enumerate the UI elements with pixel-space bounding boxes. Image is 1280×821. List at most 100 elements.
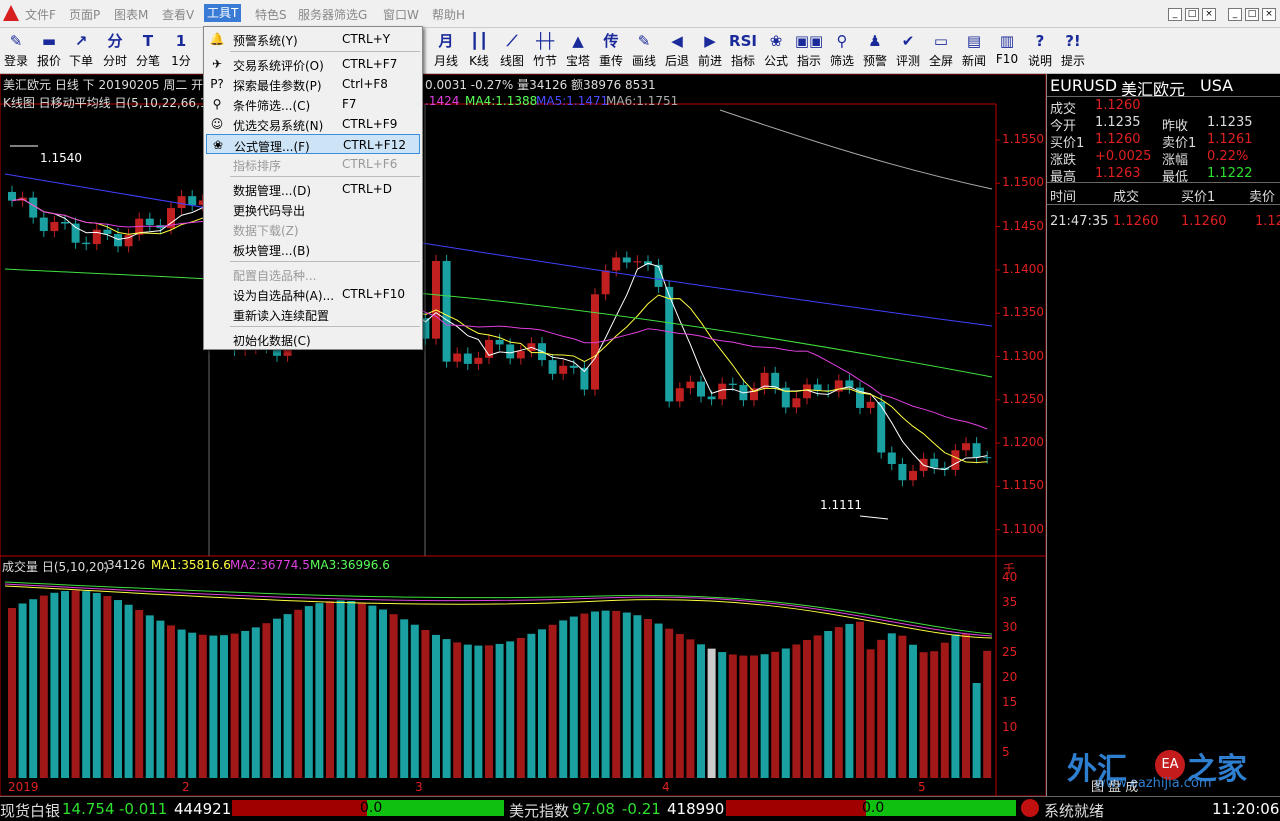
toolbar-btn-2[interactable]: ↗ 下单 xyxy=(66,30,96,70)
toolbar-ricon-18: ? xyxy=(1035,32,1045,50)
toolbar-rbtn-5[interactable]: 传重传 xyxy=(596,30,626,70)
toolbar-ricon-16: ▤ xyxy=(966,32,982,50)
tools-menu-item-14[interactable]: 初始化数据(C) xyxy=(206,329,420,349)
tools-menu-item-5[interactable]: ❀ 公式管理...(F) CTRL+F12 xyxy=(206,134,420,154)
tools-menu-item-12[interactable]: 设为自选品种(A)... CTRL+F10 xyxy=(206,284,420,304)
toolbar-rbtn-7[interactable]: ◀ 后退 xyxy=(662,30,692,70)
tools-menu-text-6: 指标排序 xyxy=(233,159,282,173)
toolbar-ricon-14: ✔ xyxy=(901,32,915,50)
tools-menu-item-8[interactable]: 更换代码导出 xyxy=(206,199,420,219)
quote-value: 1.1263 xyxy=(1095,166,1141,181)
tools-menu-icon-3: ⚲ xyxy=(212,97,222,111)
tools-menu-item-3[interactable]: ⚲ 条件筛选...(C) F7 xyxy=(206,94,420,114)
toolbar-ricon-6: ✎ xyxy=(637,32,651,50)
toolbar-rbtn-6[interactable]: ✎ 画线 xyxy=(629,30,659,70)
close-button[interactable]: × xyxy=(1262,8,1276,21)
menu-view[interactable]: 查看V xyxy=(162,6,194,23)
toolbar-btn-0[interactable]: ✎ 登录 xyxy=(1,30,31,70)
tick-head-ask: 卖价 xyxy=(1249,190,1276,205)
toolbar-rbtn-10[interactable]: ❀ 公式 xyxy=(761,30,791,70)
tools-menu-icon-13 xyxy=(209,306,225,322)
toolbar-ricon-13: ♟ xyxy=(868,32,882,50)
tools-menu-text-3: 条件筛选...(C) xyxy=(233,99,311,113)
toolbar-rbtn-8[interactable]: ▶ 前进 xyxy=(695,30,725,70)
minimize-button[interactable]: _ xyxy=(1228,8,1242,21)
status-silver-price: 14.754 xyxy=(62,800,115,818)
tools-menu-text-10: 板块管理...(B) xyxy=(233,244,311,258)
candlestick-chart[interactable]: 美汇欧元 日线 下 20190205 周二 开 0.0031 -0.27% 量3… xyxy=(0,74,1046,556)
child-maximize-button[interactable]: □ xyxy=(1185,8,1199,21)
toolbar-rbtn-16[interactable]: ▤ 新闻 xyxy=(959,30,989,70)
toolbar-icon-1: ▬ xyxy=(41,32,57,50)
toolbar-ricon-4: ▲ xyxy=(572,32,584,50)
menu-window[interactable]: 窗口W xyxy=(383,6,419,23)
volume-axis-label: 10 xyxy=(1002,720,1018,734)
tools-menu-item-1[interactable]: ✈ 交易系统评价(O) CTRL+F7 xyxy=(206,54,420,74)
status-dxy-change: -0.21 xyxy=(622,800,661,818)
tools-menu-separator xyxy=(230,261,420,262)
price-axis-label: 1.1100 xyxy=(1002,521,1044,536)
tools-menu-item-7[interactable]: 数据管理...(D) CTRL+D xyxy=(206,179,420,199)
toolbar-btn-1[interactable]: ▬ 报价 xyxy=(34,30,64,70)
toolbar-rbtn-12[interactable]: ⚲ 筛选 xyxy=(827,30,857,70)
status-dxy-bar-sell xyxy=(726,800,866,816)
quote-value: 0.22% xyxy=(1207,149,1249,164)
tools-menu-item-2[interactable]: P? 探索最佳参数(P) Ctrl+F8 xyxy=(206,74,420,94)
tools-menu-icon-2: P? xyxy=(210,77,224,91)
toolbar-rbtn-14[interactable]: ✔ 评测 xyxy=(893,30,923,70)
toolbar-rlabel-8: 前进 xyxy=(697,54,722,68)
toolbar-btn-4[interactable]: T 分笔 xyxy=(133,30,163,70)
menu-file[interactable]: 文件F xyxy=(25,6,56,23)
date-axis-label: 3 xyxy=(415,780,423,794)
toolbar-rlabel-2: 线图 xyxy=(499,54,524,68)
toolbar-rlabel-18: 说明 xyxy=(1027,54,1052,68)
menu-chart[interactable]: 图表M xyxy=(114,6,148,23)
chart-title: 美汇欧元 日线 下 20190205 周二 开 xyxy=(3,78,204,92)
tools-menu-item-4[interactable]: ☺ 优选交易系统(N) CTRL+F9 xyxy=(206,114,420,134)
tools-menu-item-10[interactable]: 板块管理...(B) xyxy=(206,239,420,259)
menu-help[interactable]: 帮助H xyxy=(432,6,465,23)
status-system-text: 系统就绪 xyxy=(1044,802,1105,820)
toolbar-rbtn-15[interactable]: ▭ 全屏 xyxy=(926,30,956,70)
menu-special[interactable]: 特色S xyxy=(255,6,287,23)
toolbar-rbtn-1[interactable]: ┃┃ K线 xyxy=(464,30,494,70)
toolbar-rbtn-18[interactable]: ? 说明 xyxy=(1025,30,1055,70)
tools-menu-shortcut-7: CTRL+D xyxy=(342,182,393,196)
volume-title: 成交量 日(5,10,20) xyxy=(2,560,109,574)
toolbar-ricon-3: ┼┼ xyxy=(535,32,555,50)
maximize-button[interactable]: □ xyxy=(1245,8,1259,21)
toolbar-rbtn-0[interactable]: 月月线 xyxy=(431,30,461,70)
toolbar-rbtn-17[interactable]: ▥ F10 xyxy=(992,30,1022,70)
toolbar-rbtn-13[interactable]: ♟ 预警 xyxy=(860,30,890,70)
toolbar-ricon-19: ?! xyxy=(1065,32,1081,50)
status-silver-name[interactable]: 现货白银 xyxy=(0,800,60,821)
toolbar-rbtn-4[interactable]: ▲ 宝塔 xyxy=(563,30,593,70)
tools-menu-item-6: 指标排序 CTRL+F6 xyxy=(206,154,420,174)
status-dxy-name[interactable]: 美元指数 xyxy=(509,800,569,821)
menu-tools[interactable]: 工具T xyxy=(204,4,242,22)
menubar: 文件F 页面P 图表M 查看V 工具T 特色S 服务器筛选G 窗口W 帮助H _… xyxy=(0,0,1280,28)
toolbar-icon-3: 分 xyxy=(107,32,123,50)
menu-page[interactable]: 页面P xyxy=(69,6,100,23)
toolbar-rbtn-19[interactable]: ?! 提示 xyxy=(1058,30,1088,70)
tools-menu-item-13[interactable]: 重新读入连续配置 xyxy=(206,304,420,324)
child-minimize-button[interactable]: _ xyxy=(1168,8,1182,21)
toolbar-rbtn-3[interactable]: ┼┼ 竹节 xyxy=(530,30,560,70)
toolbar-rbtn-11[interactable]: ▣▣ 指示 xyxy=(794,30,824,70)
volume-chart[interactable]: 成交量 日(5,10,20) :34126 MA1:35816.6 MA2:36… xyxy=(0,556,1046,796)
quote-value: 1.1222 xyxy=(1207,166,1253,181)
toolbar-ricon-2: ⟋ xyxy=(506,32,518,50)
child-close-button[interactable]: × xyxy=(1202,8,1216,21)
status-dxy-volume: 418990 xyxy=(667,800,725,818)
vol-ma1: MA1:35816.6 xyxy=(151,558,231,572)
toolbar-btn-5[interactable]: 1 1分 xyxy=(166,30,196,70)
tools-menu-item-0[interactable]: 🔔 预警系统(Y) CTRL+Y xyxy=(206,29,420,49)
toolbar-rbtn-2[interactable]: ⟋ 线图 xyxy=(497,30,527,70)
menu-server-filter[interactable]: 服务器筛选G xyxy=(298,6,367,23)
tools-dropdown-menu: 🔔 预警系统(Y) CTRL+Y ✈ 交易系统评价(O) CTRL+F7 P? 探索最佳参数(… xyxy=(203,26,423,350)
price-axis-label: 1.1450 xyxy=(1002,218,1044,233)
toolbar-btn-3[interactable]: 分分时 xyxy=(100,30,130,70)
toolbar-rbtn-9[interactable]: RSI 指标 xyxy=(728,30,758,70)
tools-menu-text-0: 预警系统(Y) xyxy=(233,34,298,48)
toolbar-label-2: 下单 xyxy=(68,54,93,68)
